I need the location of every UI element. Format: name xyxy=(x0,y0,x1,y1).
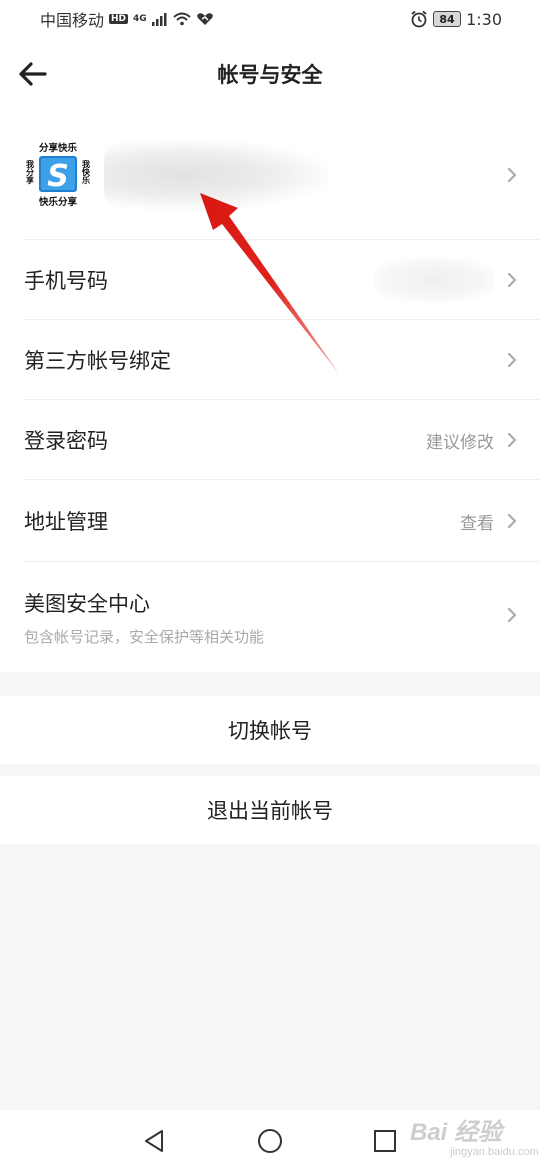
address-management-label: 地址管理 xyxy=(24,510,108,534)
third-party-binding-label: 第三方帐号绑定 xyxy=(24,349,171,373)
username-blurred xyxy=(104,140,329,210)
back-triangle-icon[interactable] xyxy=(140,1126,170,1156)
page-title: 帐号与安全 xyxy=(217,63,323,87)
home-circle-icon[interactable] xyxy=(255,1126,285,1156)
profile-row[interactable]: 分享快乐 我分享 我快乐 S 快乐分享 xyxy=(0,110,540,240)
avatar-text-bottom: 快乐分享 xyxy=(39,196,78,208)
phone-number-label: 手机号码 xyxy=(24,269,108,293)
clock-time: 1:30 xyxy=(466,9,502,29)
chevron-right-icon xyxy=(507,432,517,448)
third-party-binding-row[interactable]: 第三方帐号绑定 xyxy=(0,320,540,400)
account-settings-card: 分享快乐 我分享 我快乐 S 快乐分享 手机号码 第三方帐号绑定 登录密码 建议… xyxy=(0,110,540,672)
switch-account-button[interactable]: 切换帐号 xyxy=(0,696,540,764)
chevron-right-icon xyxy=(507,352,517,368)
login-password-hint: 建议修改 xyxy=(426,432,494,453)
login-password-label: 登录密码 xyxy=(24,429,108,453)
carrier-label: 中国移动 xyxy=(40,11,105,30)
watermark-brand: Bai 经验 xyxy=(410,1119,503,1146)
arrow-left-icon xyxy=(19,62,47,86)
watermark-url: jingyan.baidu.com xyxy=(450,1146,539,1158)
chevron-right-icon xyxy=(507,513,517,529)
avatar-text-left: 我分享 xyxy=(26,159,35,185)
chevron-right-icon xyxy=(507,272,517,288)
recents-square-icon[interactable] xyxy=(370,1126,400,1156)
avatar-text-right: 我快乐 xyxy=(81,159,91,185)
avatar-letter: S xyxy=(47,159,69,194)
chevron-right-icon xyxy=(507,607,517,623)
security-center-label: 美图安全中心 xyxy=(24,592,150,616)
address-management-row[interactable]: 地址管理 查看 xyxy=(0,480,540,562)
network-type: 4G xyxy=(133,14,147,24)
hd-badge: HD xyxy=(109,14,129,24)
avatar-text-top: 分享快乐 xyxy=(39,142,78,154)
logout-button[interactable]: 退出当前帐号 xyxy=(0,776,540,844)
chevron-right-icon xyxy=(507,167,517,183)
phone-number-row[interactable]: 手机号码 xyxy=(0,240,540,320)
status-bar: 中国移动 HD 4G 84 1:30 xyxy=(0,0,540,38)
heart-link-icon xyxy=(196,13,213,25)
top-navbar: 帐号与安全 xyxy=(0,38,540,110)
login-password-row[interactable]: 登录密码 建议修改 xyxy=(0,400,540,480)
battery-indicator: 84 xyxy=(433,11,462,27)
signal-icon xyxy=(151,13,167,26)
phone-number-blurred xyxy=(374,258,494,302)
security-center-subtitle: 包含帐号记录，安全保护等相关功能 xyxy=(24,628,265,646)
alarm-icon xyxy=(411,10,427,28)
avatar: 分享快乐 我分享 我快乐 S 快乐分享 xyxy=(24,140,92,208)
back-button[interactable] xyxy=(12,54,52,94)
wifi-icon xyxy=(173,12,191,26)
security-center-row[interactable]: 美图安全中心 包含帐号记录，安全保护等相关功能 xyxy=(0,562,540,672)
address-management-hint: 查看 xyxy=(460,513,494,534)
